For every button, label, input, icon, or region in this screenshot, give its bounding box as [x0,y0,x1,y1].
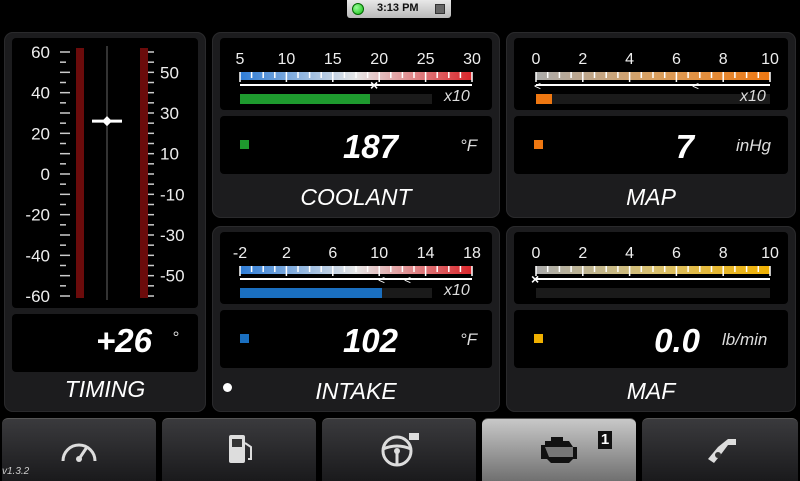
timing-right-tick-label: -50 [160,267,185,286]
map-label: MAP [626,184,676,210]
maf-tick-label: 4 [625,245,634,262]
timing-left-tick-label: 20 [31,124,50,143]
version-label: v1.3.2 [2,466,30,477]
maf-unit: lb/min [722,330,768,349]
coolant-value: 187 [342,128,398,165]
maf-tick-label: 6 [672,245,681,262]
intake-gauge-area: -2 2 6 10 14 18 < < x10 [220,232,492,304]
intake-tick-label: 10 [370,245,388,262]
intake-color-marker [240,334,249,343]
intake-tick-label: 6 [328,245,337,262]
intake-tick-label: 2 [282,245,291,262]
fuel-nozzle-icon [708,439,736,463]
intake-readout: 102 °F [220,310,492,368]
timing-right-tick-label: -30 [160,226,185,245]
nav-drive-button[interactable] [322,418,476,481]
coolant-tick-label: 15 [324,51,342,68]
timing-right-tick-label: 30 [160,104,179,123]
coolant-gauge-area: 5 10 15 20 25 30 × x10 [220,38,492,110]
nav-fillup-button[interactable] [642,418,798,481]
map-tick-label: 8 [719,51,728,68]
map-tick-label: 6 [672,51,681,68]
maf-readout: 0.0 lb/min [514,310,788,368]
timing-gauge-area: 60 40 20 0 -20 -40 -60 50 30 10 -10 -30 -50 [12,38,198,308]
map-panel[interactable]: 0 2 4 6 8 10 < < x10 7 inHg MAP [506,32,796,218]
map-gauge-area: 0 2 4 6 8 10 < < x10 [514,38,788,110]
timing-readout: +26 ° [12,314,198,372]
status-bar: 3:13 PM [347,0,451,18]
intake-tick-label: 18 [463,245,481,262]
coolant-tick-label: 20 [370,51,388,68]
maf-panel[interactable]: 0 2 4 6 8 10 × 0.0 lb/min MAF [506,226,796,412]
coolant-multiplier: x10 [444,88,470,105]
engine-badge: 1 [598,431,612,449]
svg-text:<: < [534,79,541,93]
check-engine-icon [541,437,577,463]
intake-label: INTAKE [315,378,397,404]
coolant-tick-label: 25 [417,51,435,68]
timing-left-tick-label: 0 [41,165,50,184]
coolant-unit: °F [460,136,478,155]
maf-gauge-area: 0 2 4 6 8 10 × [514,232,788,304]
intake-multiplier: x10 [444,282,470,299]
coolant-panel[interactable]: 5 10 15 20 25 30 × x10 187 °F COOLANT [212,32,500,218]
nav-engine-button[interactable]: 1 [482,418,636,481]
speedometer-icon [61,443,97,462]
timing-left-tick-label: 60 [31,43,50,62]
intake-unit: °F [460,330,478,349]
timing-left-tick-label: -40 [25,246,50,265]
svg-text:<: < [404,273,411,287]
timing-gauge: 60 40 20 0 -20 -40 -60 50 30 10 -10 -30 -50 [25,43,185,306]
maf-tick-label: 10 [761,245,779,262]
map-color-marker [534,140,543,149]
timing-right-tick-label: -10 [160,185,185,204]
page-indicator-dot [223,383,232,392]
map-value: 7 [675,128,694,165]
timing-right-tick-label: 10 [160,145,179,164]
steering-wheel-icon [381,433,419,467]
svg-text:×: × [531,271,539,287]
map-multiplier: x10 [740,88,766,105]
timing-label: TIMING [64,376,146,402]
map-tick-label: 10 [761,51,779,68]
coolant-tick-label: 5 [236,51,245,68]
svg-text:×: × [370,77,378,93]
status-square-icon [435,4,445,14]
maf-color-marker [534,334,543,343]
timing-panel[interactable]: 60 40 20 0 -20 -40 -60 50 30 10 -10 -30 -50 +26 ° T… [4,32,206,412]
svg-text:<: < [378,273,385,287]
maf-label: MAF [626,378,676,404]
nav-fuel-button[interactable] [162,418,316,481]
coolant-tick-label: 30 [463,51,481,68]
timing-unit: ° [172,328,179,347]
status-indicator-icon [352,3,364,15]
coolant-color-marker [240,140,249,149]
map-tick-label: 0 [532,51,541,68]
timing-left-tick-label: 40 [31,84,50,103]
fuel-pump-icon [229,435,252,463]
maf-bar-gauge: 0 2 4 6 8 10 × [531,245,779,298]
timing-left-tick-label: -20 [25,206,50,225]
maf-value: 0.0 [654,322,700,359]
clock: 3:13 PM [377,2,419,14]
maf-tick-label: 8 [719,245,728,262]
intake-value: 102 [342,322,398,359]
timing-right-tick-label: 50 [160,63,179,82]
map-tick-label: 4 [625,51,634,68]
timing-left-tick-label: -60 [25,287,50,306]
coolant-tick-label: 10 [278,51,296,68]
svg-text:<: < [692,79,699,93]
intake-tick-label: -2 [233,245,247,262]
map-unit: inHg [736,136,771,155]
map-readout: 7 inHg [514,116,788,174]
map-tick-label: 2 [578,51,587,68]
timing-value: +26 [96,322,152,359]
maf-tick-label: 0 [532,245,541,262]
coolant-readout: 187 °F [220,116,492,174]
coolant-label: COOLANT [300,184,412,210]
maf-tick-label: 2 [578,245,587,262]
intake-tick-label: 14 [417,245,435,262]
intake-panel[interactable]: -2 2 6 10 14 18 < < x10 102 °F INTAKE [212,226,500,412]
